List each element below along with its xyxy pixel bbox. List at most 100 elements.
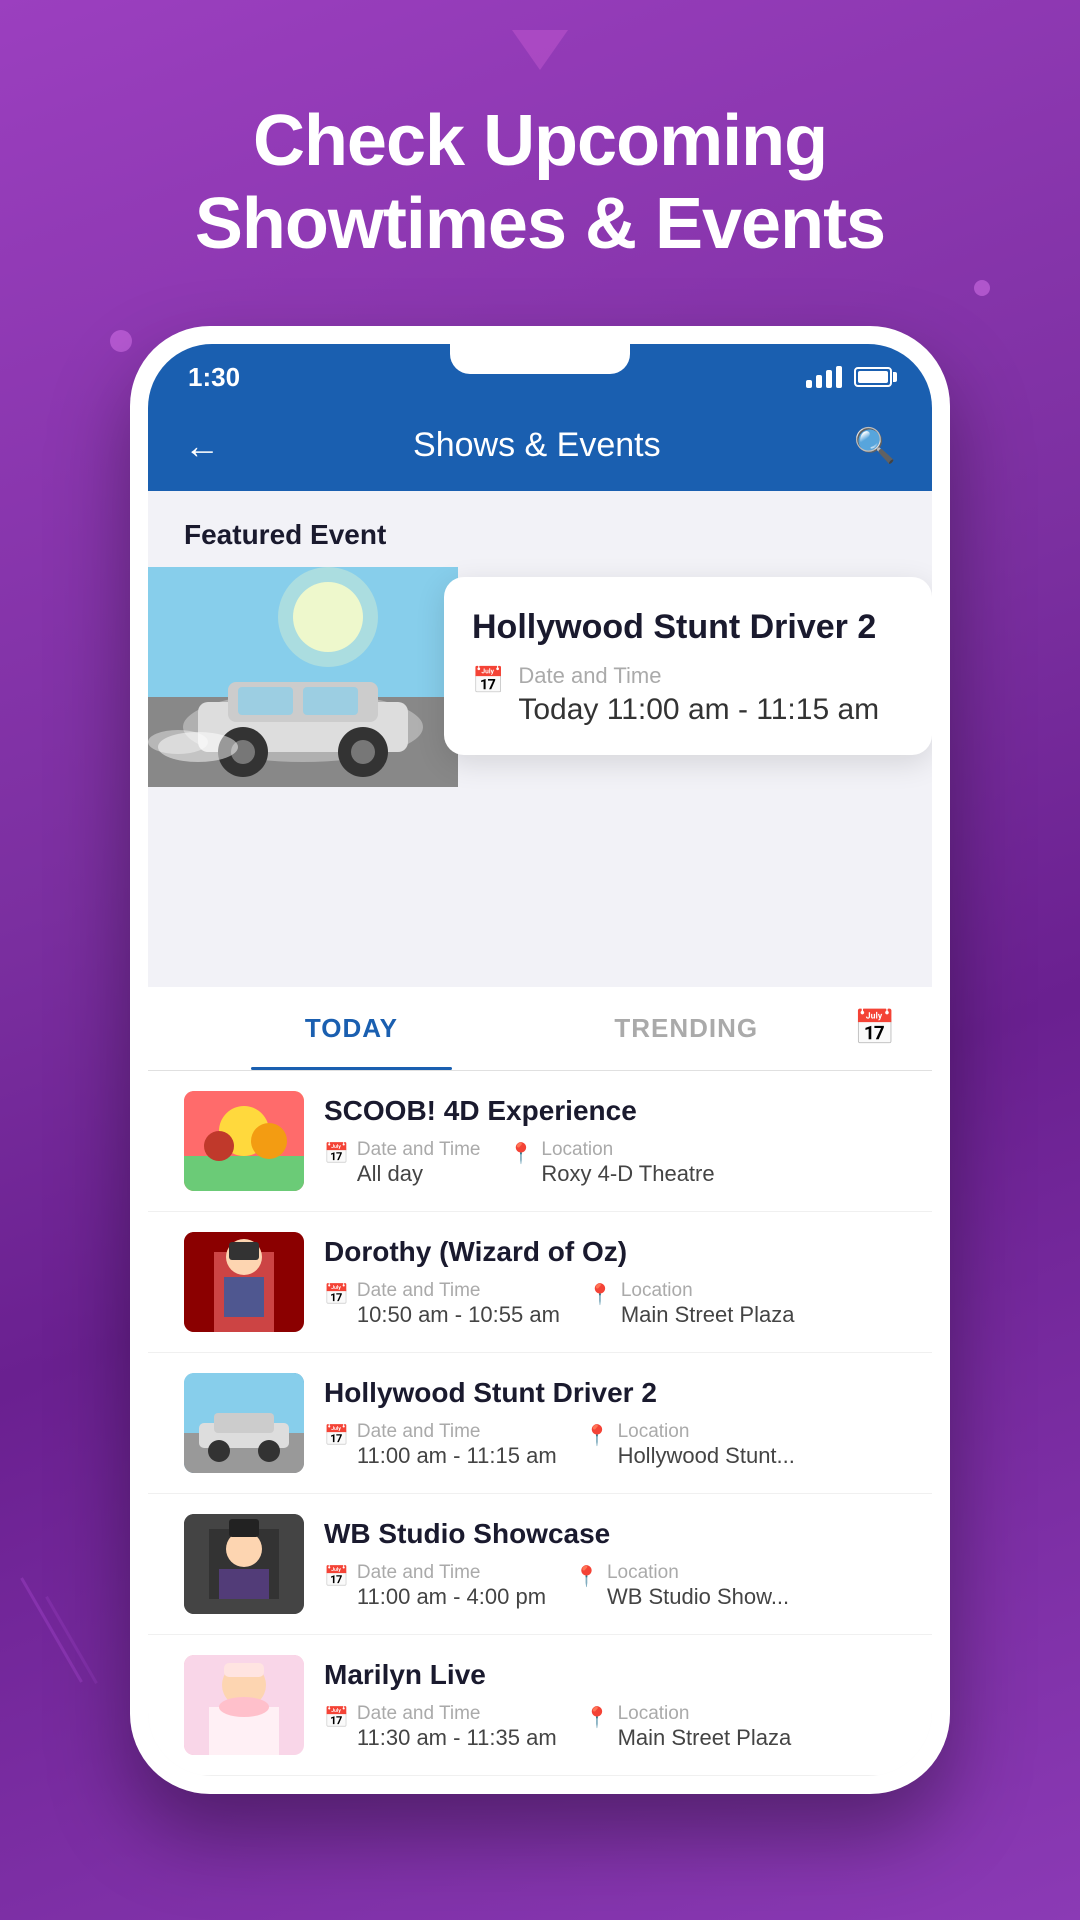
- calendar-icon-marilyn: 📅: [324, 1705, 349, 1730]
- tab-trending[interactable]: TRENDING: [519, 987, 854, 1070]
- event-location-content-dorothy: Location Main Street Plaza: [621, 1280, 795, 1328]
- featured-event-card[interactable]: Hollywood Stunt Driver 2 📅 Date and Time…: [444, 577, 932, 756]
- back-button[interactable]: ←: [184, 425, 220, 467]
- car-svg: [148, 567, 458, 787]
- event-time-dorothy: 📅 Date and Time 10:50 am - 10:55 am: [324, 1280, 560, 1328]
- bg-lines-decoration: [30, 1570, 110, 1720]
- location-icon-wb: 📍: [574, 1564, 599, 1589]
- event-location-content-marilyn: Location Main Street Plaza: [618, 1703, 792, 1751]
- event-location-wb: 📍 Location WB Studio Show...: [574, 1562, 789, 1610]
- event-name-scoob: SCOOB! 4D Experience: [324, 1095, 896, 1127]
- event-info-scoob: SCOOB! 4D Experience 📅 Date and Time All…: [324, 1095, 896, 1187]
- status-time: 1:30: [188, 362, 240, 393]
- event-thumb-scoob: [184, 1091, 304, 1191]
- event-row-stunt[interactable]: Hollywood Stunt Driver 2 📅 Date and Time…: [148, 1353, 932, 1494]
- event-time-content-scoob: Date and Time All day: [357, 1139, 481, 1187]
- event-location-value-wb: WB Studio Show...: [607, 1584, 789, 1610]
- event-location-scoob: 📍 Location Roxy 4-D Theatre: [508, 1139, 714, 1187]
- phone-mockup: 1:30 ← Shows & Events 🔍: [130, 326, 950, 1794]
- featured-event-time-label: Date and Time: [518, 663, 879, 689]
- featured-event-name: Hollywood Stunt Driver 2: [472, 607, 904, 648]
- event-info-stunt: Hollywood Stunt Driver 2 📅 Date and Time…: [324, 1377, 896, 1469]
- calendar-filter-button[interactable]: 📅: [854, 1008, 896, 1048]
- location-icon-dorothy: 📍: [588, 1282, 613, 1307]
- car-visual: [148, 567, 458, 787]
- bg-circle-decoration-2: [974, 280, 990, 296]
- calendar-icon-dorothy: 📅: [324, 1282, 349, 1307]
- featured-section: Featured Event: [148, 491, 932, 787]
- event-location-value-stunt: Hollywood Stunt...: [618, 1443, 795, 1469]
- event-time-value-dorothy: 10:50 am - 10:55 am: [357, 1302, 560, 1328]
- event-location-value-marilyn: Main Street Plaza: [618, 1725, 792, 1751]
- event-location-content-stunt: Location Hollywood Stunt...: [618, 1421, 795, 1469]
- phone-screen: 1:30 ← Shows & Events 🔍: [148, 344, 932, 1776]
- featured-event-image: [148, 567, 458, 787]
- event-row-dorothy[interactable]: Dorothy (Wizard of Oz) 📅 Date and Time 1…: [148, 1212, 932, 1353]
- events-list: SCOOB! 4D Experience 📅 Date and Time All…: [148, 1071, 932, 1776]
- calendar-icon-stunt: 📅: [324, 1423, 349, 1448]
- event-meta-stunt: 📅 Date and Time 11:00 am - 11:15 am 📍 Lo…: [324, 1421, 896, 1469]
- signal-icon: [806, 366, 842, 388]
- event-name-wb: WB Studio Showcase: [324, 1518, 896, 1550]
- event-time-stunt: 📅 Date and Time 11:00 am - 11:15 am: [324, 1421, 557, 1469]
- battery-fill: [858, 371, 888, 383]
- event-location-label-wb: Location: [607, 1562, 789, 1584]
- event-row-marilyn[interactable]: Marilyn Live 📅 Date and Time 11:30 am - …: [148, 1635, 932, 1776]
- event-time-content-marilyn: Date and Time 11:30 am - 11:35 am: [357, 1703, 557, 1751]
- status-icons: [806, 366, 892, 388]
- event-thumb-stunt: [184, 1373, 304, 1473]
- event-time-content-stunt: Date and Time 11:00 am - 11:15 am: [357, 1421, 557, 1469]
- featured-event-meta: 📅 Date and Time Today 11:00 am - 11:15 a…: [472, 663, 904, 727]
- search-icon[interactable]: 🔍: [854, 426, 896, 466]
- event-meta-scoob: 📅 Date and Time All day 📍 Location: [324, 1139, 896, 1187]
- event-thumb-marilyn: [184, 1655, 304, 1755]
- event-thumb-wb: [184, 1514, 304, 1614]
- event-time-content-dorothy: Date and Time 10:50 am - 10:55 am: [357, 1280, 560, 1328]
- event-location-label-dorothy: Location: [621, 1280, 795, 1302]
- signal-bar-3: [826, 370, 832, 388]
- event-time-label-scoob: Date and Time: [357, 1139, 481, 1161]
- location-icon-stunt: 📍: [585, 1423, 610, 1448]
- tab-today-label: TODAY: [305, 1013, 398, 1043]
- location-icon-marilyn: 📍: [585, 1705, 610, 1730]
- bg-circle-decoration-1: [110, 330, 132, 352]
- event-time-scoob: 📅 Date and Time All day: [324, 1139, 480, 1187]
- calendar-icon: 📅: [472, 665, 504, 696]
- event-name-dorothy: Dorothy (Wizard of Oz): [324, 1236, 896, 1268]
- event-location-stunt: 📍 Location Hollywood Stunt...: [585, 1421, 795, 1469]
- headline-line2: Showtimes & Events: [195, 184, 885, 264]
- featured-card-wrapper: Hollywood Stunt Driver 2 📅 Date and Time…: [184, 567, 896, 787]
- tab-trending-label: TRENDING: [614, 1013, 758, 1043]
- event-time-label-stunt: Date and Time: [357, 1421, 557, 1443]
- event-meta-marilyn: 📅 Date and Time 11:30 am - 11:35 am 📍 Lo…: [324, 1703, 896, 1751]
- tab-today[interactable]: TODAY: [184, 987, 519, 1070]
- event-info-wb: WB Studio Showcase 📅 Date and Time 11:00…: [324, 1518, 896, 1610]
- event-row-wb[interactable]: WB Studio Showcase 📅 Date and Time 11:00…: [148, 1494, 932, 1635]
- signal-bar-4: [836, 366, 842, 388]
- headline-line1: Check Upcoming: [253, 101, 827, 181]
- event-time-wb: 📅 Date and Time 11:00 am - 4:00 pm: [324, 1562, 546, 1610]
- signal-bar-1: [806, 380, 812, 388]
- event-info-marilyn: Marilyn Live 📅 Date and Time 11:30 am - …: [324, 1659, 896, 1751]
- featured-event-time-value: Today 11:00 am - 11:15 am: [518, 693, 879, 727]
- event-location-value-dorothy: Main Street Plaza: [621, 1302, 795, 1328]
- calendar-icon-wb: 📅: [324, 1564, 349, 1589]
- event-meta-wb: 📅 Date and Time 11:00 am - 4:00 pm 📍 Loc…: [324, 1562, 896, 1610]
- event-thumb-dorothy: [184, 1232, 304, 1332]
- event-location-value-scoob: Roxy 4-D Theatre: [541, 1161, 714, 1187]
- location-icon-scoob: 📍: [508, 1141, 533, 1166]
- phone-outer-shell: 1:30 ← Shows & Events 🔍: [130, 326, 950, 1794]
- event-time-label-wb: Date and Time: [357, 1562, 546, 1584]
- phone-notch: [450, 344, 630, 374]
- tabs-row: TODAY TRENDING 📅: [148, 987, 932, 1071]
- event-location-marilyn: 📍 Location Main Street Plaza: [585, 1703, 792, 1751]
- app-header: ← Shows & Events 🔍: [148, 405, 932, 491]
- event-location-content-wb: Location WB Studio Show...: [607, 1562, 789, 1610]
- event-row-scoob[interactable]: SCOOB! 4D Experience 📅 Date and Time All…: [148, 1071, 932, 1212]
- event-time-value-marilyn: 11:30 am - 11:35 am: [357, 1725, 557, 1751]
- event-location-content-scoob: Location Roxy 4-D Theatre: [541, 1139, 714, 1187]
- featured-event-time-content: Date and Time Today 11:00 am - 11:15 am: [518, 663, 879, 727]
- event-name-stunt: Hollywood Stunt Driver 2: [324, 1377, 896, 1409]
- featured-label: Featured Event: [184, 519, 896, 551]
- battery-icon: [854, 367, 892, 387]
